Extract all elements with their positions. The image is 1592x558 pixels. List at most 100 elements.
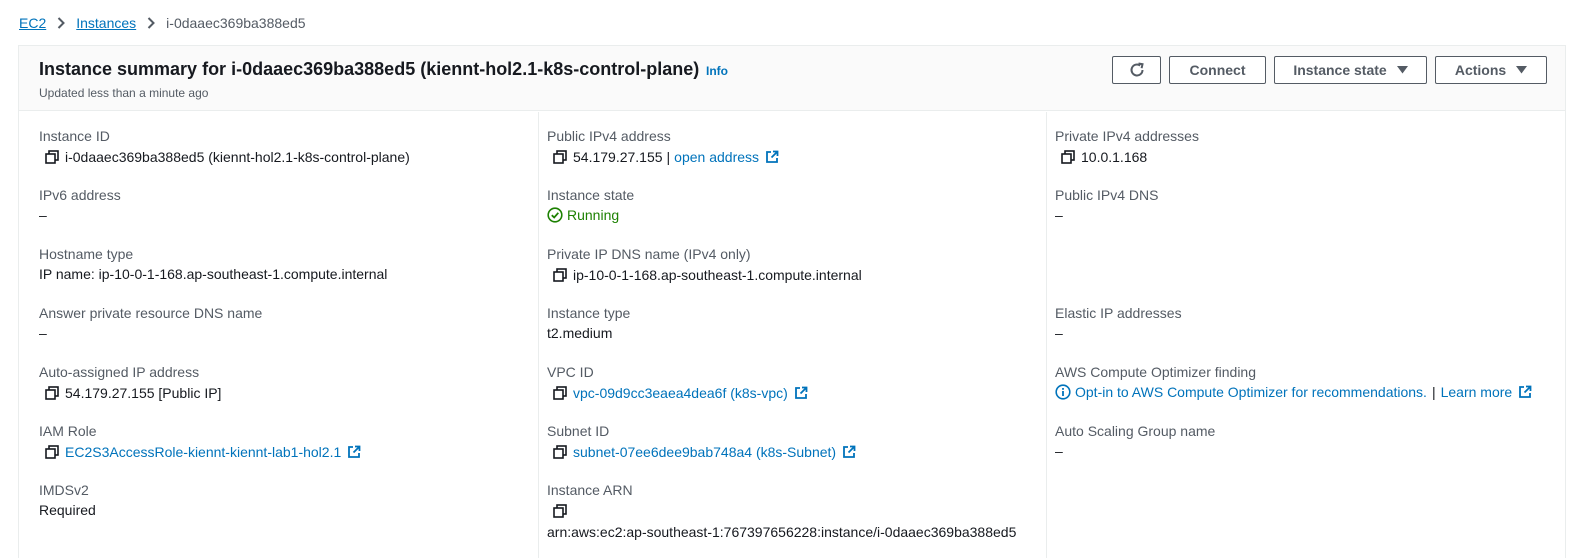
public-ipv4-value: 54.179.27.155 | open address [547, 148, 779, 166]
elastic-ip-field: Elastic IP addresses – [1055, 305, 1182, 341]
separator: | [666, 149, 671, 165]
status-badge: Running [567, 207, 620, 223]
breadcrumb: EC2 Instances i-0daaec369ba388ed5 [19, 13, 306, 33]
ipv6-value: – [39, 207, 47, 223]
private-ipv4-label: Private IPv4 addresses [1055, 128, 1199, 144]
instance-summary-panel: Instance summary for i-0daaec369ba388ed5… [18, 45, 1566, 558]
auto-ip-text: 54.179.27.155 [Public IP] [65, 385, 222, 401]
breadcrumb-ec2[interactable]: EC2 [19, 15, 46, 31]
open-address-link[interactable]: open address [674, 149, 759, 165]
asg-value: – [1055, 443, 1063, 459]
external-link-icon[interactable] [1518, 385, 1532, 399]
answer-dns-field: Answer private resource DNS name – [39, 305, 262, 341]
subnet-id-field: Subnet ID subnet-07ee6dee9bab748a4 (k8s-… [547, 423, 856, 461]
chevron-right-icon [147, 17, 156, 29]
private-ipv4-text: 10.0.1.168 [1081, 149, 1148, 165]
iam-role-value: EC2S3AccessRole-kiennt-kiennt-lab1-hol2.… [39, 443, 361, 461]
external-link-icon[interactable] [794, 386, 808, 400]
optimizer-opt-in-link[interactable]: Opt-in to AWS Compute Optimizer for reco… [1075, 384, 1427, 400]
instance-state-field: Instance state Running [547, 187, 634, 223]
private-dns-field: Private IP DNS name (IPv4 only) ip-10-0-… [547, 246, 862, 284]
auto-ip-value: 54.179.27.155 [Public IP] [39, 384, 221, 402]
copy-icon[interactable] [551, 266, 569, 284]
instance-id-field: Instance ID i-0daaec369ba388ed5 (kiennt-… [39, 128, 410, 166]
elastic-ip-label: Elastic IP addresses [1055, 305, 1182, 321]
answer-dns-label: Answer private resource DNS name [39, 305, 263, 321]
instance-id-label: Instance ID [39, 128, 110, 144]
instance-type-field: Instance type t2.medium [547, 305, 630, 341]
private-dns-label: Private IP DNS name (IPv4 only) [547, 246, 751, 262]
subnet-id-value: subnet-07ee6dee9bab748a4 (k8s-Subnet) [547, 443, 856, 461]
iam-role-link[interactable]: EC2S3AccessRole-kiennt-kiennt-lab1-hol2.… [65, 444, 341, 460]
optimizer-label: AWS Compute Optimizer finding [1055, 364, 1256, 380]
copy-icon[interactable] [551, 384, 569, 402]
copy-icon[interactable] [43, 384, 61, 402]
caret-down-icon [1516, 66, 1528, 74]
connect-label: Connect [1189, 62, 1246, 78]
public-ipv4-label: Public IPv4 address [547, 128, 671, 144]
vpc-id-field: VPC ID vpc-09d9cc3eaea4dea6f (k8s-vpc) [547, 364, 808, 402]
imdsv2-value: Required [39, 502, 96, 518]
vpc-id-label: VPC ID [547, 364, 594, 380]
caret-down-icon [1396, 66, 1408, 74]
instance-arn-label: Instance ARN [547, 482, 633, 498]
elastic-ip-value: – [1055, 325, 1063, 341]
instance-arn-copy [547, 502, 1016, 520]
instance-arn-field: Instance ARN arn:aws:ec2:ap-southeast-1:… [547, 482, 1016, 540]
answer-dns-value: – [39, 325, 47, 341]
copy-icon[interactable] [1059, 148, 1077, 166]
actions-button[interactable]: Actions [1435, 56, 1547, 84]
subnet-id-link[interactable]: subnet-07ee6dee9bab748a4 (k8s-Subnet) [573, 444, 836, 460]
breadcrumb-current: i-0daaec369ba388ed5 [166, 15, 306, 31]
iam-role-field: IAM Role EC2S3AccessRole-kiennt-kiennt-l… [39, 423, 361, 461]
details-column-1: Instance ID i-0daaec369ba388ed5 (kiennt-… [19, 112, 538, 558]
breadcrumb-instances[interactable]: Instances [76, 15, 136, 31]
refresh-icon [1128, 61, 1146, 79]
instance-type-label: Instance type [547, 305, 631, 321]
check-circle-icon [547, 207, 567, 223]
learn-more-link[interactable]: Learn more [1441, 384, 1513, 400]
info-circle-icon [1055, 384, 1071, 400]
instance-state-value: Running [547, 207, 634, 223]
vpc-id-link[interactable]: vpc-09d9cc3eaea4dea6f (k8s-vpc) [573, 385, 788, 401]
copy-icon[interactable] [551, 148, 569, 166]
instance-id-text: i-0daaec369ba388ed5 (kiennt-hol2.1-k8s-c… [65, 149, 410, 165]
updated-text: Updated less than a minute ago [39, 86, 209, 100]
external-link-icon[interactable] [842, 445, 856, 459]
copy-icon[interactable] [551, 502, 569, 520]
ipv6-label: IPv6 address [39, 187, 121, 203]
instance-state-label: Instance state [1293, 62, 1387, 78]
connect-button[interactable]: Connect [1169, 56, 1266, 84]
instance-state-button[interactable]: Instance state [1274, 56, 1427, 84]
private-ipv4-value: 10.0.1.168 [1055, 148, 1199, 166]
refresh-button[interactable] [1112, 56, 1161, 84]
subnet-id-label: Subnet ID [547, 423, 610, 439]
hostname-type-value: IP name: ip-10-0-1-168.ap-southeast-1.co… [39, 266, 388, 282]
imdsv2-field: IMDSv2 Required [39, 482, 96, 518]
page-title: Instance summary for i-0daaec369ba388ed5… [39, 59, 700, 79]
public-ipv4-field: Public IPv4 address 54.179.27.155 | open… [547, 128, 779, 166]
instance-id-value: i-0daaec369ba388ed5 (kiennt-hol2.1-k8s-c… [39, 148, 410, 166]
auto-ip-field: Auto-assigned IP address 54.179.27.155 [… [39, 364, 221, 402]
details-column-2: Public IPv4 address 54.179.27.155 | open… [527, 112, 1035, 558]
hostname-type-label: Hostname type [39, 246, 134, 262]
public-dns-value: – [1055, 207, 1063, 223]
vpc-id-value: vpc-09d9cc3eaea4dea6f (k8s-vpc) [547, 384, 808, 402]
actions-label: Actions [1454, 62, 1507, 78]
external-link-icon[interactable] [765, 150, 779, 164]
public-dns-field: Public IPv4 DNS – [1055, 187, 1158, 223]
hostname-type-field: Hostname type IP name: ip-10-0-1-168.ap-… [39, 246, 387, 282]
copy-icon[interactable] [551, 443, 569, 461]
copy-icon[interactable] [43, 443, 61, 461]
optimizer-value: Opt-in to AWS Compute Optimizer for reco… [1055, 384, 1532, 400]
info-link[interactable]: Info [706, 64, 728, 78]
ipv6-field: IPv6 address – [39, 187, 121, 223]
panel-header: Instance summary for i-0daaec369ba388ed5… [19, 46, 1565, 111]
private-ipv4-field: Private IPv4 addresses 10.0.1.168 [1055, 128, 1199, 166]
instance-arn-value: arn:aws:ec2:ap-southeast-1:767397656228:… [547, 524, 1017, 540]
imdsv2-label: IMDSv2 [39, 482, 89, 498]
copy-icon[interactable] [43, 148, 61, 166]
external-link-icon[interactable] [347, 445, 361, 459]
chevron-right-icon [57, 17, 66, 29]
auto-ip-label: Auto-assigned IP address [39, 364, 200, 380]
